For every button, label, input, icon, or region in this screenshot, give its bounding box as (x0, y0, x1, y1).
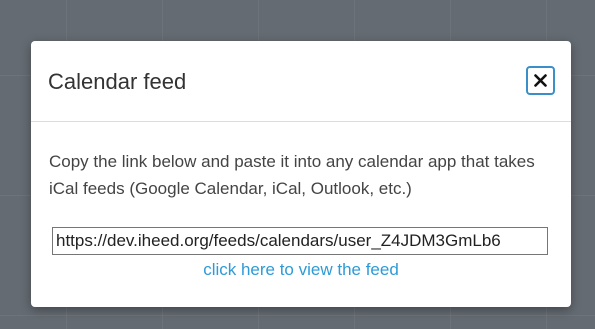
close-button[interactable] (526, 66, 555, 95)
close-icon (534, 74, 547, 87)
calendar-feed-modal: Calendar feed Copy the link below and pa… (31, 41, 571, 307)
modal-title: Calendar feed (48, 69, 187, 94)
view-feed-link[interactable]: click here to view the feed (31, 260, 571, 280)
modal-header: Calendar feed (31, 41, 571, 122)
feed-instructions: Copy the link below and paste it into an… (49, 152, 535, 198)
feed-url-input[interactable] (52, 227, 548, 255)
